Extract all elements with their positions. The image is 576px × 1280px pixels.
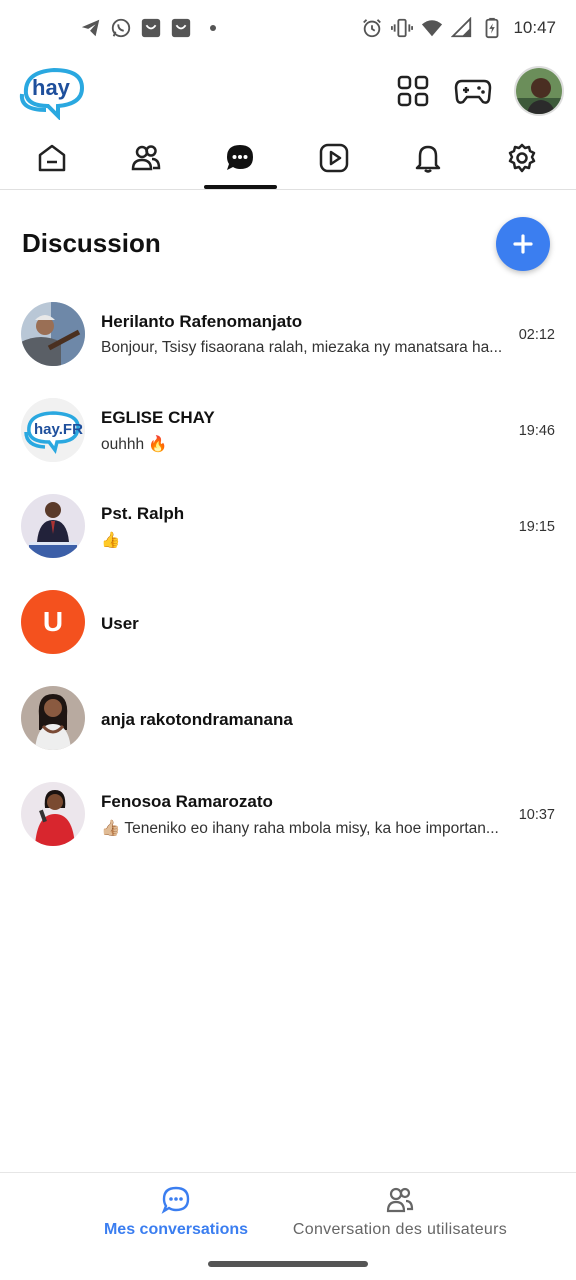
contact-name: anja rakotondramanana xyxy=(101,710,293,729)
hay-logo[interactable]: hay xyxy=(18,64,88,120)
avatar-logo-text: hay.FR xyxy=(34,421,83,438)
main-tabs xyxy=(0,126,576,190)
alarm-icon xyxy=(363,19,382,38)
contact-name: Fenosoa Ramarozato xyxy=(101,792,273,811)
nav-label: Conversation des utilisateurs xyxy=(292,1221,508,1238)
vibrate-icon xyxy=(391,18,414,38)
status-time: 10:47 xyxy=(513,18,556,37)
new-discussion-button[interactable] xyxy=(496,217,550,271)
conversation-item[interactable]: Fenosoa Ramarozato 👍🏼 Teneniko eo ihany … xyxy=(0,766,576,862)
friends-icon xyxy=(131,145,161,171)
contact-avatar xyxy=(21,686,85,750)
tab-home[interactable] xyxy=(5,126,99,190)
nav-my-conversations[interactable]: Mes conversations xyxy=(104,1185,248,1239)
chat-icon xyxy=(227,145,253,170)
video-icon xyxy=(319,143,349,173)
chat-bubble-icon xyxy=(161,1186,190,1214)
svg-text:hay: hay xyxy=(32,75,71,100)
contact-name: EGLISE CHAY xyxy=(101,408,215,427)
app-header: hay xyxy=(0,56,576,126)
message-time: 19:15 xyxy=(518,519,555,535)
contact-name: User xyxy=(101,614,139,633)
contact-name: Herilanto Rafenomanjato xyxy=(101,312,303,331)
tab-video[interactable] xyxy=(287,126,381,190)
notification-dot-icon xyxy=(210,25,216,31)
message-time: 02:12 xyxy=(518,327,555,343)
contact-avatar xyxy=(21,494,85,558)
nav-label: Mes conversations xyxy=(103,1221,249,1238)
gamepad-icon[interactable] xyxy=(454,74,492,108)
home-icon xyxy=(38,144,66,172)
last-message: 👍 xyxy=(101,532,121,549)
bell-icon xyxy=(415,145,441,173)
battery-charging-icon xyxy=(486,17,499,39)
plus-icon xyxy=(513,234,533,254)
tab-friends[interactable] xyxy=(99,126,193,190)
whatsapp-icon xyxy=(111,18,131,38)
conversation-item[interactable]: Pst. Ralph 👍 19:15 xyxy=(0,478,576,574)
last-message: ouhhh 🔥 xyxy=(101,436,168,453)
contact-name: Pst. Ralph xyxy=(101,504,185,523)
contact-avatar: U xyxy=(21,590,85,654)
gear-icon xyxy=(508,143,536,173)
nav-user-conversations[interactable]: Conversation des utilisateurs xyxy=(290,1185,510,1239)
conversation-item[interactable]: hay.FR EGLISE CHAY ouhhh 🔥 19:46 xyxy=(0,382,576,478)
contact-avatar: hay.FR xyxy=(21,398,85,462)
signal-icon xyxy=(451,17,472,38)
wifi-icon xyxy=(422,20,443,37)
profile-avatar[interactable] xyxy=(514,66,564,116)
page-title: Discussion xyxy=(22,228,161,258)
conversation-item[interactable]: U User xyxy=(0,574,576,670)
status-bar: 10:47 xyxy=(0,0,576,56)
tab-settings[interactable] xyxy=(475,126,569,190)
contact-avatar xyxy=(21,302,85,366)
last-message: 👍🏼 Teneniko eo ihany raha mbola misy, ka… xyxy=(101,820,499,837)
tab-notifications[interactable] xyxy=(381,126,475,190)
shop-icon xyxy=(141,18,161,38)
grid-icon[interactable] xyxy=(396,74,430,108)
users-icon xyxy=(386,1187,414,1213)
tab-chat[interactable] xyxy=(193,126,287,190)
contact-avatar xyxy=(21,782,85,846)
message-time: 10:37 xyxy=(518,807,555,823)
active-tab-indicator xyxy=(204,185,277,189)
last-message: Bonjour, Tsisy fisaorana ralah, miezaka … xyxy=(101,339,503,356)
conversation-item[interactable]: Herilanto Rafenomanjato Bonjour, Tsisy f… xyxy=(0,286,576,382)
message-time: 19:46 xyxy=(518,423,555,439)
shop-icon xyxy=(171,18,191,38)
conversation-item[interactable]: anja rakotondramanana xyxy=(0,670,576,766)
gesture-bar[interactable] xyxy=(208,1261,368,1267)
telegram-icon xyxy=(81,19,100,37)
